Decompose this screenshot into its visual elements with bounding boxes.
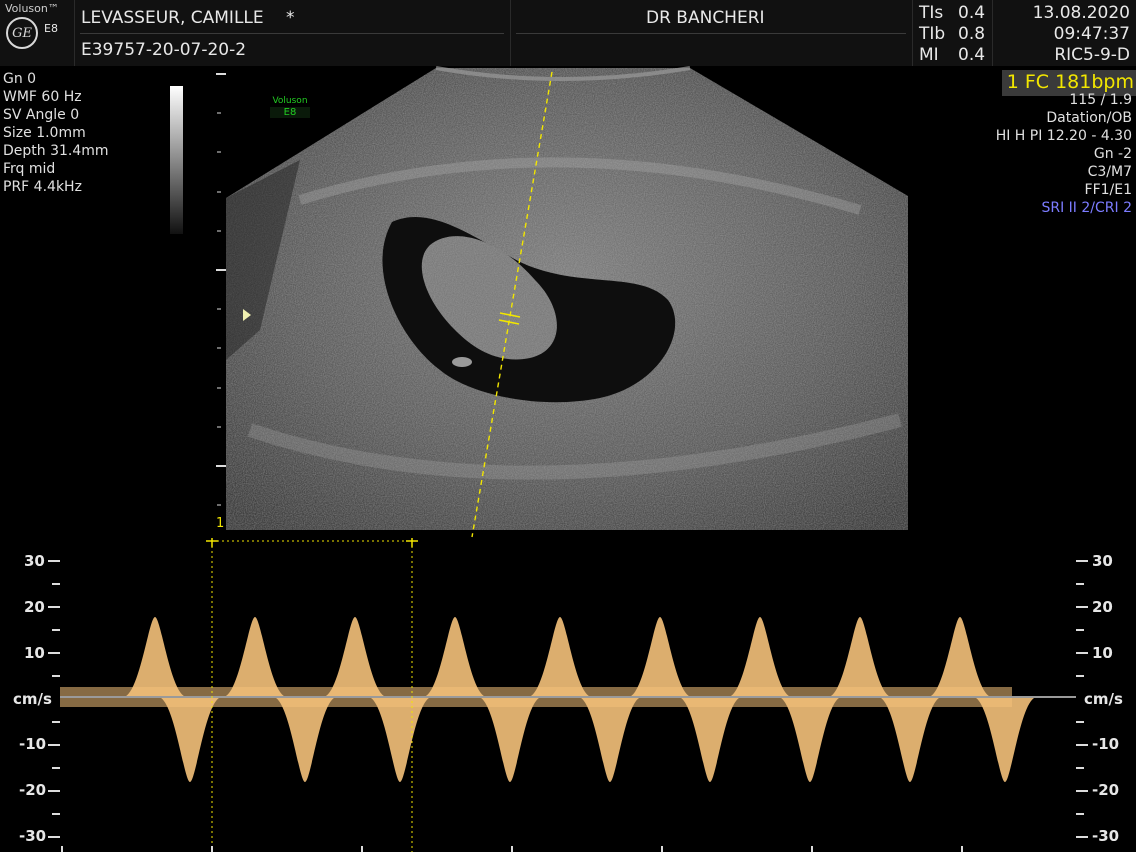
doctor-name: DR BANCHERI	[646, 8, 765, 28]
divider	[516, 33, 906, 34]
mi-label: MI	[919, 45, 939, 65]
param-ff-e: FF1/E1	[1084, 182, 1132, 198]
param-harmonic: HI H PI 12.20 - 4.30	[995, 128, 1132, 144]
param-depth: Depth 31.4mm	[3, 143, 109, 159]
mi-value: 0.4	[958, 45, 986, 65]
param-wall-filter: WMF 60 Hz	[3, 89, 82, 105]
param-bmode-gain: Gn -2	[1093, 146, 1132, 162]
exam-date: 13.08.2020	[1032, 3, 1130, 23]
param-frequency: Frq mid	[3, 161, 56, 177]
scale-left-neg20: -20	[19, 781, 47, 799]
tis-label: TIs	[919, 3, 944, 23]
param-gain: Gn 0	[3, 71, 37, 87]
unit-left: cm/s	[13, 690, 52, 708]
exam-time: 09:47:37	[1053, 24, 1130, 44]
scale-left-20: 20	[24, 598, 45, 616]
scale-right-20: 20	[1092, 598, 1113, 616]
exam-id: E39757-20-07-20-2	[81, 40, 247, 60]
fetal-heart-rate: 1 FC 181bpm	[1006, 71, 1134, 93]
model-short: E8	[44, 22, 58, 35]
tib-label: TIb	[919, 24, 946, 44]
param-size: Size 1.0mm	[3, 125, 86, 141]
probe-name: RIC5-9-D	[1054, 45, 1130, 65]
right-parameter-list: 115 / 1.9 Datation/OB HI H PI 12.20 - 4.…	[932, 91, 1132, 217]
scale-right-neg10: -10	[1092, 735, 1120, 753]
scale-right-neg30: -30	[1092, 827, 1120, 845]
divider	[80, 33, 504, 34]
patient-flag: *	[286, 8, 295, 28]
scale-right-30: 30	[1092, 552, 1113, 570]
tib-value: 0.8	[958, 24, 986, 44]
param-sv-angle: SV Angle 0	[3, 107, 80, 123]
brand-cell: Voluson™ GE E8	[0, 0, 75, 66]
scale-left-neg10: -10	[19, 735, 47, 753]
scale-left-10: 10	[24, 644, 45, 662]
param-frame: 115 / 1.9	[1069, 92, 1132, 108]
param-preset: Datation/OB	[1046, 110, 1132, 126]
scale-right-neg20: -20	[1092, 781, 1120, 799]
ultrasound-sector	[226, 68, 908, 530]
scale-left-30: 30	[24, 552, 45, 570]
header-bar: Voluson™ GE E8 LEVASSEUR, CAMILLE * E397…	[0, 0, 1136, 66]
patient-name: LEVASSEUR, CAMILLE	[81, 8, 264, 28]
tis-value: 0.4	[958, 3, 986, 23]
scale-right-10: 10	[1092, 644, 1113, 662]
patient-cell: LEVASSEUR, CAMILLE * E39757-20-07-20-2	[74, 0, 511, 66]
datetime-cell: 13.08.2020 09:47:37 RIC5-9-D	[992, 0, 1136, 66]
left-parameter-list: Gn 0 WMF 60 Hz SV Angle 0 Size 1.0mm Dep…	[3, 70, 109, 196]
param-prf: PRF 4.4kHz	[3, 179, 82, 195]
overlay-model: E8	[270, 107, 310, 118]
scale-left-neg30: -30	[19, 827, 47, 845]
overlay-brand-name: Voluson	[272, 96, 308, 106]
ge-logo-icon: GE	[6, 17, 38, 49]
doctor-cell: DR BANCHERI	[510, 0, 913, 66]
grayscale-bar	[170, 86, 183, 234]
brand-name: Voluson™	[5, 2, 59, 15]
cursor-marker-label: 1	[216, 516, 225, 531]
param-sri: SRI II 2/CRI 2	[1041, 200, 1132, 216]
depth-scale	[216, 73, 226, 506]
overlay-brand: Voluson E8	[270, 96, 310, 118]
unit-right: cm/s	[1084, 690, 1123, 708]
doppler-spectrum	[48, 538, 1088, 852]
index-cell: TIs 0.4 TIb 0.8 MI 0.4	[912, 0, 993, 66]
param-c-m: C3/M7	[1087, 164, 1132, 180]
